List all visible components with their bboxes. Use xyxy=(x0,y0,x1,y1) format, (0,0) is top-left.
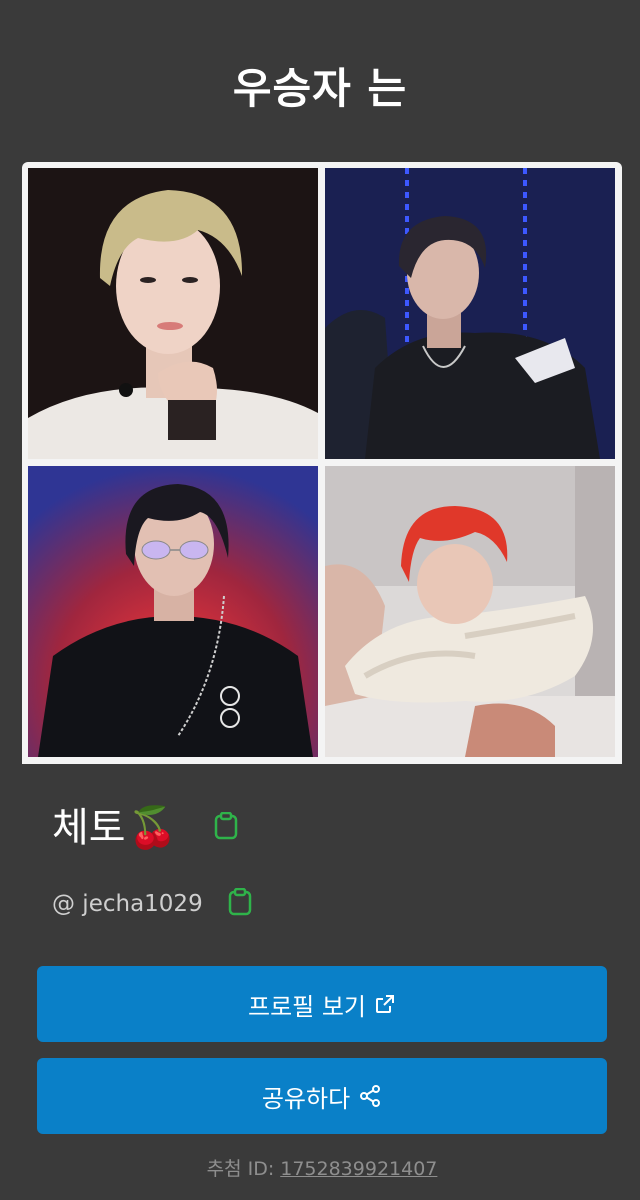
view-profile-label: 프로필 보기 xyxy=(247,992,367,1021)
draw-id: 추첨 ID: 1752839921407 xyxy=(22,1154,622,1181)
winner-page: 우승자 는 체토 🍒 @ jecha1029 프로필 보기 공유하다 추첨 ID… xyxy=(0,0,640,1200)
photo-collage xyxy=(22,162,622,764)
collage-photo-1 xyxy=(28,168,318,459)
winner-card: 체토 🍒 @ jecha1029 프로필 보기 공유하다 추첨 ID: 1752… xyxy=(22,162,622,1200)
collage-photo-4 xyxy=(325,466,615,757)
collage-photo-3 xyxy=(28,466,318,757)
winner-handle-row: @ jecha1029 xyxy=(52,884,253,924)
draw-id-label: 추첨 ID: xyxy=(206,1158,275,1180)
cherry-emoji: 🍒 xyxy=(127,805,178,851)
external-link-icon xyxy=(374,993,396,1015)
share-button[interactable]: 공유하다 xyxy=(37,1058,607,1134)
winner-display-name: 체토 xyxy=(52,805,126,851)
winner-handle: @ jecha1029 xyxy=(52,891,203,917)
collage-photo-2 xyxy=(325,168,615,459)
copy-handle-clipboard-icon[interactable] xyxy=(227,887,253,920)
page-title: 우승자 는 xyxy=(232,64,408,113)
draw-id-value[interactable]: 1752839921407 xyxy=(280,1158,437,1180)
share-label: 공유하다 xyxy=(261,1084,351,1113)
share-icon xyxy=(358,1084,382,1108)
view-profile-button[interactable]: 프로필 보기 xyxy=(37,966,607,1042)
copy-name-clipboard-icon[interactable] xyxy=(213,811,239,844)
winner-name-row: 체토 🍒 xyxy=(52,798,239,858)
